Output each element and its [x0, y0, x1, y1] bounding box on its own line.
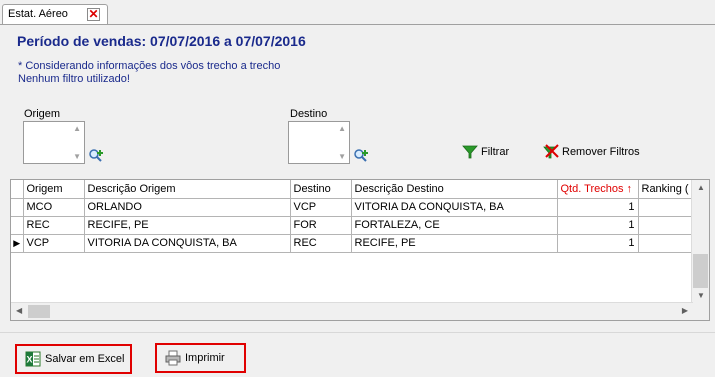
cell-destino[interactable]: REC [290, 234, 352, 253]
origem-listbox[interactable]: ▲ ▼ [23, 121, 85, 164]
salvar-excel-label: Salvar em Excel [45, 353, 125, 365]
printer-icon [165, 350, 181, 366]
cell-destino[interactable]: VCP [290, 198, 352, 217]
row-indicator [11, 198, 24, 217]
cell-descricao-destino[interactable]: VITORIA DA CONQUISTA, BA [351, 198, 558, 217]
search-add-icon[interactable] [353, 148, 369, 164]
cell-descricao-destino[interactable]: RECIFE, PE [351, 234, 558, 253]
filtrar-label: Filtrar [481, 146, 510, 158]
results-grid[interactable]: Origem Descrição Origem Destino Descriçã… [10, 179, 710, 321]
divider [0, 332, 715, 333]
scroll-down-icon[interactable]: ▼ [697, 291, 705, 300]
table-row[interactable]: REC RECIFE, PE FOR FORTALEZA, CE 1 [11, 216, 699, 235]
period-title: Período de vendas: 07/07/2016 a 07/07/20… [17, 33, 306, 49]
row-indicator-header [11, 180, 24, 199]
cell-origem[interactable]: VCP [23, 234, 85, 253]
salvar-excel-highlight: X Salvar em Excel [15, 344, 132, 374]
table-row[interactable]: ▶ VCP VITORIA DA CONQUISTA, BA REC RECIF… [11, 234, 699, 253]
cell-origem[interactable]: MCO [23, 198, 85, 217]
imprimir-button[interactable]: Imprimir [162, 349, 239, 367]
filtrar-button[interactable]: Filtrar [462, 144, 509, 160]
scroll-right-icon[interactable]: ▶ [682, 306, 688, 315]
cell-qtd-trechos[interactable]: 1 [557, 198, 639, 217]
cell-descricao-origem[interactable]: RECIFE, PE [84, 216, 291, 235]
scroll-down-icon[interactable]: ▼ [73, 152, 81, 161]
cell-qtd-trechos[interactable]: 1 [557, 216, 639, 235]
imprimir-label: Imprimir [185, 352, 225, 364]
remover-filtros-label: Remover Filtros [562, 146, 640, 158]
origem-label: Origem [24, 108, 61, 120]
imprimir-highlight: Imprimir [155, 343, 246, 373]
cell-descricao-origem[interactable]: VITORIA DA CONQUISTA, BA [84, 234, 291, 253]
tab-estat-aereo[interactable]: Estat. Aéreo ✕ [2, 4, 108, 24]
scroll-left-icon[interactable]: ◀ [16, 306, 22, 315]
horizontal-scroll-thumb[interactable] [28, 305, 50, 318]
column-header-descricao-destino[interactable]: Descrição Destino [351, 180, 558, 199]
excel-icon: X [25, 351, 41, 367]
column-header-ranking[interactable]: Ranking ( [638, 180, 699, 199]
cell-descricao-origem[interactable]: ORLANDO [84, 198, 291, 217]
column-header-origem[interactable]: Origem [23, 180, 85, 199]
cell-ranking[interactable] [638, 234, 699, 253]
cell-ranking[interactable] [638, 216, 699, 235]
results-table: Origem Descrição Origem Destino Descriçã… [11, 180, 699, 253]
scroll-up-icon[interactable]: ▲ [338, 124, 346, 133]
horizontal-scrollbar[interactable]: ◀ ▶ [11, 302, 693, 320]
remover-filtros-button[interactable]: Remover Filtros [543, 144, 640, 160]
svg-text:X: X [26, 355, 32, 365]
row-indicator [11, 216, 24, 235]
vertical-scrollbar[interactable]: ▲ ▼ [691, 180, 709, 303]
cell-destino[interactable]: FOR [290, 216, 352, 235]
main-panel: Período de vendas: 07/07/2016 a 07/07/20… [0, 24, 715, 377]
tab-label: Estat. Aéreo [8, 8, 68, 20]
cell-origem[interactable]: REC [23, 216, 85, 235]
salvar-excel-button[interactable]: X Salvar em Excel [22, 350, 125, 368]
cell-qtd-trechos[interactable]: 1 [557, 234, 639, 253]
note-line-2: Nenhum filtro utilizado! [18, 73, 130, 85]
scroll-corner [692, 303, 709, 320]
table-row[interactable]: MCO ORLANDO VCP VITORIA DA CONQUISTA, BA… [11, 198, 699, 217]
cell-descricao-destino[interactable]: FORTALEZA, CE [351, 216, 558, 235]
scroll-down-icon[interactable]: ▼ [338, 152, 346, 161]
column-header-qtd-trechos[interactable]: Qtd. Trechos ↑ [557, 180, 639, 199]
scroll-up-icon[interactable]: ▲ [697, 183, 705, 192]
cell-ranking[interactable] [638, 198, 699, 217]
close-icon[interactable]: ✕ [87, 8, 100, 21]
vertical-scroll-thumb[interactable] [693, 254, 708, 288]
header-row: Origem Descrição Origem Destino Descriçã… [11, 180, 699, 199]
current-row-indicator-icon: ▶ [11, 234, 24, 253]
funnel-remove-icon [543, 144, 559, 159]
funnel-icon [462, 145, 478, 159]
destino-listbox[interactable]: ▲ ▼ [288, 121, 350, 164]
note-line-1: * Considerando informações dos vôos trec… [18, 60, 281, 72]
column-header-descricao-origem[interactable]: Descrição Origem [84, 180, 291, 199]
tab-bar: Estat. Aéreo ✕ [0, 0, 715, 24]
destino-label: Destino [290, 108, 328, 120]
column-header-destino[interactable]: Destino [290, 180, 352, 199]
search-add-icon[interactable] [88, 148, 104, 164]
scroll-up-icon[interactable]: ▲ [73, 124, 81, 133]
